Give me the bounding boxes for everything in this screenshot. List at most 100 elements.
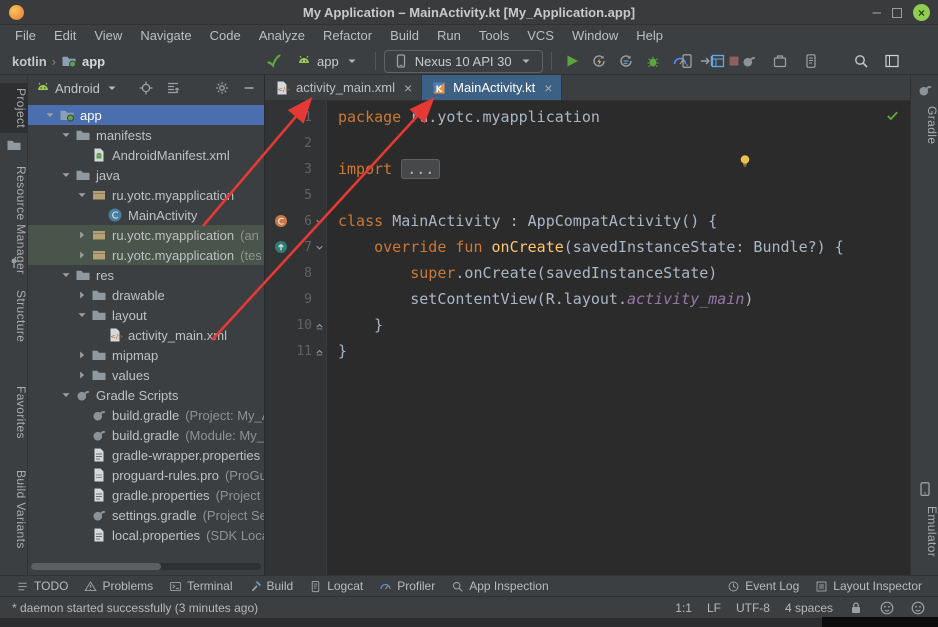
notifications-icon[interactable] bbox=[879, 600, 895, 616]
toolwindow-structure[interactable]: Structure bbox=[0, 285, 28, 347]
chevron-down-icon[interactable] bbox=[104, 80, 120, 96]
minimize-button[interactable]: – bbox=[873, 8, 881, 18]
toolwindow-emulator[interactable]: Emulator bbox=[911, 501, 938, 562]
run-config-selector[interactable]: app bbox=[289, 51, 367, 71]
restore-button[interactable] bbox=[892, 8, 902, 18]
toolwindow-button-event-log[interactable]: Event Log bbox=[719, 576, 807, 596]
project-view-selector[interactable]: Android bbox=[55, 81, 100, 96]
tree-item-ru-yotc-myapplication-an[interactable]: ru.yotc.myapplication(an bbox=[28, 225, 264, 245]
tree-item-mainactivity[interactable]: CMainActivity bbox=[28, 205, 264, 225]
chevron-closed-icon[interactable] bbox=[74, 227, 90, 243]
chevron-open-icon[interactable] bbox=[74, 187, 90, 203]
tree-item-settings-gradle-project-setti[interactable]: settings.gradle(Project Setti bbox=[28, 505, 264, 525]
chevron-closed-icon[interactable] bbox=[74, 247, 90, 263]
toolwindow-button-todo[interactable]: TODO bbox=[8, 576, 76, 596]
override-marker-icon[interactable] bbox=[273, 239, 289, 255]
hide-panel-icon[interactable] bbox=[241, 80, 257, 96]
toolwindow-build-variants[interactable]: Build Variants bbox=[0, 465, 28, 554]
toolwindow-button-logcat[interactable]: Logcat bbox=[301, 576, 371, 596]
chevron-open-icon[interactable] bbox=[42, 107, 58, 123]
chevron-open-icon[interactable] bbox=[74, 307, 90, 323]
debug-button[interactable] bbox=[641, 49, 665, 73]
tree-item-build-gradle-module-my-ap[interactable]: build.gradle(Module: My_Ap bbox=[28, 425, 264, 445]
profile-apk-button[interactable] bbox=[768, 49, 792, 73]
feedback-smiley-icon[interactable] bbox=[910, 600, 926, 616]
tab-activity-main-xml[interactable]: </>activity_main.xml× bbox=[265, 75, 422, 100]
menu-file[interactable]: File bbox=[6, 25, 45, 47]
line-number[interactable]: 11 bbox=[289, 344, 312, 359]
fold-marker-icon[interactable] bbox=[312, 344, 327, 358]
tree-item-local-properties-sdk-locatio[interactable]: local.properties(SDK Locatio bbox=[28, 525, 264, 545]
toolwindow-button-profiler[interactable]: Profiler bbox=[371, 576, 443, 596]
tree-item-ru-yotc-myapplication[interactable]: ru.yotc.myapplication bbox=[28, 185, 264, 205]
chevron-closed-icon[interactable] bbox=[74, 367, 90, 383]
menu-analyze[interactable]: Analyze bbox=[250, 25, 314, 47]
device-file-explorer-button[interactable] bbox=[799, 49, 823, 73]
line-number[interactable]: 9 bbox=[289, 292, 312, 307]
make-project-button[interactable] bbox=[262, 49, 286, 73]
menu-navigate[interactable]: Navigate bbox=[131, 25, 200, 47]
breadcrumb-module[interactable]: app bbox=[82, 54, 105, 69]
gradle-icon[interactable] bbox=[917, 82, 933, 98]
menu-run[interactable]: Run bbox=[428, 25, 470, 47]
toolwindow-button-layout-inspector[interactable]: Layout Inspector bbox=[807, 576, 930, 596]
line-number[interactable]: 6 bbox=[289, 214, 312, 229]
search-everywhere-button[interactable] bbox=[849, 49, 873, 73]
tab-close-icon[interactable]: × bbox=[544, 81, 552, 95]
breadcrumb-root[interactable]: kotlin bbox=[12, 54, 47, 69]
chevron-open-icon[interactable] bbox=[58, 167, 74, 183]
apply-code-changes-button[interactable] bbox=[614, 49, 638, 73]
toolwindow-button-terminal[interactable]: Terminal bbox=[161, 576, 240, 596]
chevron-open-icon[interactable] bbox=[58, 387, 74, 403]
inspections-ok-icon[interactable] bbox=[885, 108, 900, 123]
chevron-open-icon[interactable] bbox=[58, 267, 74, 283]
tree-item-mipmap[interactable]: mipmap bbox=[28, 345, 264, 365]
line-number[interactable]: 2 bbox=[289, 136, 312, 151]
indent-config[interactable]: 4 spaces bbox=[785, 601, 833, 615]
menu-view[interactable]: View bbox=[85, 25, 131, 47]
tree-item-manifests[interactable]: manifests bbox=[28, 125, 264, 145]
toolwindow-button-problems[interactable]: Problems bbox=[76, 576, 161, 596]
run-button[interactable] bbox=[560, 49, 584, 73]
line-number[interactable]: 1 bbox=[289, 110, 312, 125]
caret-position[interactable]: 1:1 bbox=[675, 601, 692, 615]
window-layout-button[interactable] bbox=[880, 49, 904, 73]
tab-close-icon[interactable]: × bbox=[404, 81, 412, 95]
fold-marker-icon[interactable] bbox=[312, 318, 327, 332]
line-number[interactable]: 5 bbox=[289, 188, 312, 203]
menu-window[interactable]: Window bbox=[563, 25, 627, 47]
tree-item-app[interactable]: app bbox=[28, 105, 264, 125]
editor-body[interactable]: 1package ru.yotc.myapplication23import .… bbox=[265, 101, 910, 575]
tree-item-layout[interactable]: layout bbox=[28, 305, 264, 325]
tree-item-ru-yotc-myapplication-tes[interactable]: ru.yotc.myapplication(tes bbox=[28, 245, 264, 265]
menu-tools[interactable]: Tools bbox=[470, 25, 518, 47]
menu-build[interactable]: Build bbox=[381, 25, 428, 47]
line-number[interactable]: 8 bbox=[289, 266, 312, 281]
pin-icon[interactable] bbox=[6, 255, 22, 271]
line-separator[interactable]: LF bbox=[707, 601, 721, 615]
intention-bulb-icon[interactable] bbox=[737, 153, 753, 171]
apply-changes-button[interactable] bbox=[587, 49, 611, 73]
collapse-all-icon[interactable] bbox=[165, 80, 181, 96]
tree-item-gradle-properties-project-pr[interactable]: gradle.properties(Project Pr bbox=[28, 485, 264, 505]
class-marker-icon[interactable]: C bbox=[273, 213, 289, 229]
chevron-open-icon[interactable] bbox=[58, 127, 74, 143]
tree-horizontal-scrollbar[interactable] bbox=[31, 563, 261, 570]
tree-item-java[interactable]: java bbox=[28, 165, 264, 185]
readonly-lock-icon[interactable] bbox=[848, 600, 864, 616]
toolwindow-button-app-inspection[interactable]: App Inspection bbox=[443, 576, 556, 596]
device-manager-button[interactable] bbox=[675, 49, 699, 73]
select-opened-file-icon[interactable] bbox=[138, 80, 154, 96]
tree-item-gradle-wrapper-properties[interactable]: gradle-wrapper.properties( bbox=[28, 445, 264, 465]
toolwindow-button-build[interactable]: Build bbox=[241, 576, 302, 596]
close-button[interactable]: × bbox=[913, 4, 930, 21]
line-number[interactable]: 7 bbox=[289, 240, 312, 255]
menu-help[interactable]: Help bbox=[627, 25, 672, 47]
fold-marker-icon[interactable] bbox=[312, 214, 327, 228]
chevron-closed-icon[interactable] bbox=[74, 347, 90, 363]
menu-edit[interactable]: Edit bbox=[45, 25, 85, 47]
line-number[interactable]: 3 bbox=[289, 162, 312, 177]
menu-code[interactable]: Code bbox=[201, 25, 250, 47]
toolwindow-gradle[interactable]: Gradle bbox=[911, 101, 938, 149]
tree-item-proguard-rules-pro-proguar[interactable]: proguard-rules.pro(ProGuar bbox=[28, 465, 264, 485]
